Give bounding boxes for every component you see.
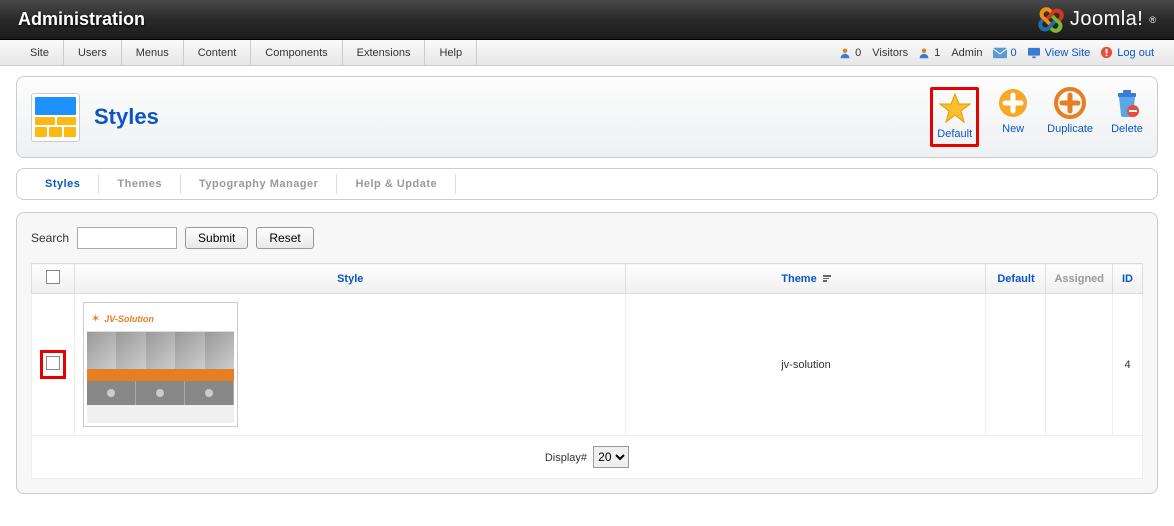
brand: Joomla! ® (1038, 7, 1156, 33)
menu-content[interactable]: Content (184, 40, 252, 65)
col-assigned: Assigned (1046, 264, 1113, 294)
admin-topbar: Administration Joomla! ® (0, 0, 1174, 40)
highlight-row-checkbox (40, 350, 66, 379)
logout-icon (1100, 46, 1113, 59)
duplicate-icon (1054, 87, 1086, 119)
submenu: Styles Themes Typography Manager Help & … (16, 168, 1158, 200)
toolbar-new-button[interactable]: New (997, 87, 1029, 135)
page-title: Styles (94, 104, 159, 130)
table-row: ✶JV-Solution jv-solution 4 (32, 294, 1143, 436)
submenu-themes[interactable]: Themes (99, 174, 181, 194)
cell-assigned (1046, 294, 1113, 436)
col-id[interactable]: ID (1113, 264, 1143, 294)
status-logout[interactable]: Log out (1100, 46, 1154, 59)
star-icon (939, 92, 971, 124)
person-icon (918, 47, 930, 59)
menu-menus[interactable]: Menus (122, 40, 184, 65)
plus-circle-icon (997, 87, 1029, 119)
person-icon (839, 47, 851, 59)
brand-text: Joomla! (1070, 8, 1144, 31)
status-admins[interactable]: 1 Admin (918, 47, 982, 59)
col-default[interactable]: Default (986, 264, 1046, 294)
col-theme[interactable]: Theme (626, 264, 986, 294)
submenu-styles[interactable]: Styles (27, 174, 99, 194)
status-bar: 0 Visitors 1 Admin 0 View Site Log out (839, 40, 1158, 65)
toolbar-delete-button[interactable]: Delete (1111, 87, 1143, 135)
menu-users[interactable]: Users (64, 40, 122, 65)
submit-button[interactable]: Submit (185, 227, 248, 249)
reset-button[interactable]: Reset (256, 227, 313, 249)
display-selector: Display# 20 (545, 452, 629, 464)
row-checkbox[interactable] (46, 356, 60, 370)
toolbar: Default New Duplicate D (930, 87, 1143, 147)
menu-site[interactable]: Site (16, 40, 64, 65)
col-checkall (32, 264, 75, 294)
display-count-select[interactable]: 20 (593, 446, 629, 468)
joomla-logo-icon (1038, 7, 1064, 33)
menu-components[interactable]: Components (251, 40, 342, 65)
menu-left: Site Users Menus Content Components Exte… (16, 40, 477, 65)
search-row: Search Submit Reset (31, 227, 1143, 249)
search-input[interactable] (77, 227, 177, 249)
admin-title: Administration (18, 9, 145, 30)
cell-theme: jv-solution (626, 294, 986, 436)
cell-default (986, 294, 1046, 436)
col-style[interactable]: Style (75, 264, 626, 294)
main-menu: Site Users Menus Content Components Exte… (0, 40, 1174, 66)
status-messages[interactable]: 0 (993, 47, 1017, 59)
monitor-icon (1027, 47, 1041, 59)
toolbar-default-button[interactable]: Default (937, 92, 972, 140)
check-all[interactable] (46, 270, 60, 284)
submenu-help[interactable]: Help & Update (337, 174, 456, 194)
sort-icon (823, 275, 831, 282)
page-header: Styles Default New Duplicate (16, 76, 1158, 158)
styles-module-icon (31, 93, 80, 142)
status-viewsite[interactable]: View Site (1027, 47, 1091, 59)
style-thumbnail[interactable]: ✶JV-Solution (83, 302, 238, 427)
search-label: Search (31, 231, 69, 245)
envelope-icon (993, 47, 1007, 59)
status-visitors[interactable]: 0 Visitors (839, 47, 908, 59)
toolbar-duplicate-button[interactable]: Duplicate (1047, 87, 1093, 135)
styles-table: Style Theme Default Assigned ID (31, 263, 1143, 479)
submenu-typography[interactable]: Typography Manager (181, 174, 337, 194)
highlight-default: Default (930, 87, 979, 147)
menu-help[interactable]: Help (425, 40, 477, 65)
menu-extensions[interactable]: Extensions (343, 40, 426, 65)
content-panel: Search Submit Reset Style Theme Default … (16, 212, 1158, 494)
trash-icon (1111, 87, 1143, 119)
cell-id: 4 (1113, 294, 1143, 436)
